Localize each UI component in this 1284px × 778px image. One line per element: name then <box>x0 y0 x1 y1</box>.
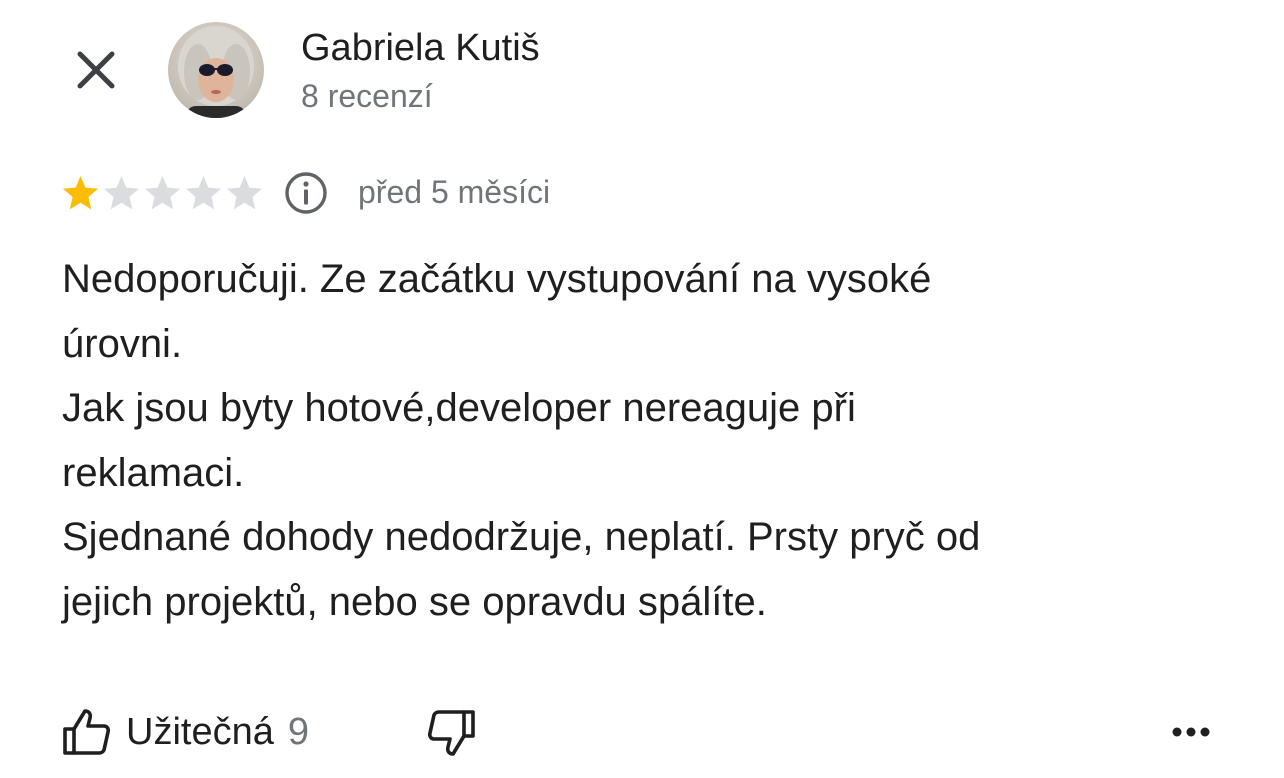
review-text-line: Sjednané dohody nedodržuje, neplatí. Prs… <box>62 515 981 559</box>
author-name[interactable]: Gabriela Kutiš <box>301 26 540 70</box>
more-options-button[interactable] <box>1166 710 1216 754</box>
more-horizontal-icon <box>1172 727 1210 737</box>
helpful-count: 9 <box>287 710 309 753</box>
info-button[interactable] <box>283 170 329 216</box>
star-empty-icon <box>145 175 180 209</box>
close-icon <box>77 51 115 89</box>
info-icon <box>285 172 327 214</box>
avatar[interactable] <box>168 22 264 118</box>
review-text-line: Nedoporučuji. Ze začátku vystupování na … <box>62 257 932 301</box>
helpful-button[interactable]: Užitečná 9 <box>60 700 309 764</box>
star-empty-icon <box>227 175 262 209</box>
action-bar: Užitečná 9 <box>60 700 1230 764</box>
thumbs-down-icon <box>427 710 475 756</box>
star-filled-icon <box>63 175 98 209</box>
star-empty-icon <box>104 175 139 209</box>
review-text-line: úrovni. <box>62 321 183 366</box>
review-date: před 5 měsíci <box>358 174 551 210</box>
review-text-line: jejich projektů, nebo se opravdu spálíte… <box>62 579 767 624</box>
review-text: Nedoporučuji. Ze začátku vystupování na … <box>62 247 1232 634</box>
review-text-line: reklamaci. <box>62 450 245 495</box>
helpful-label: Užitečná <box>126 710 274 753</box>
star-empty-icon <box>186 175 221 209</box>
close-button[interactable] <box>66 40 126 100</box>
star-rating <box>60 172 265 214</box>
not-helpful-button[interactable] <box>424 706 478 760</box>
review-count: 8 recenzí <box>301 78 433 114</box>
review-text-line: Jak jsou byty hotové,developer nereaguje… <box>62 386 856 430</box>
thumbs-up-icon <box>63 709 111 755</box>
avatar-image <box>168 22 264 118</box>
